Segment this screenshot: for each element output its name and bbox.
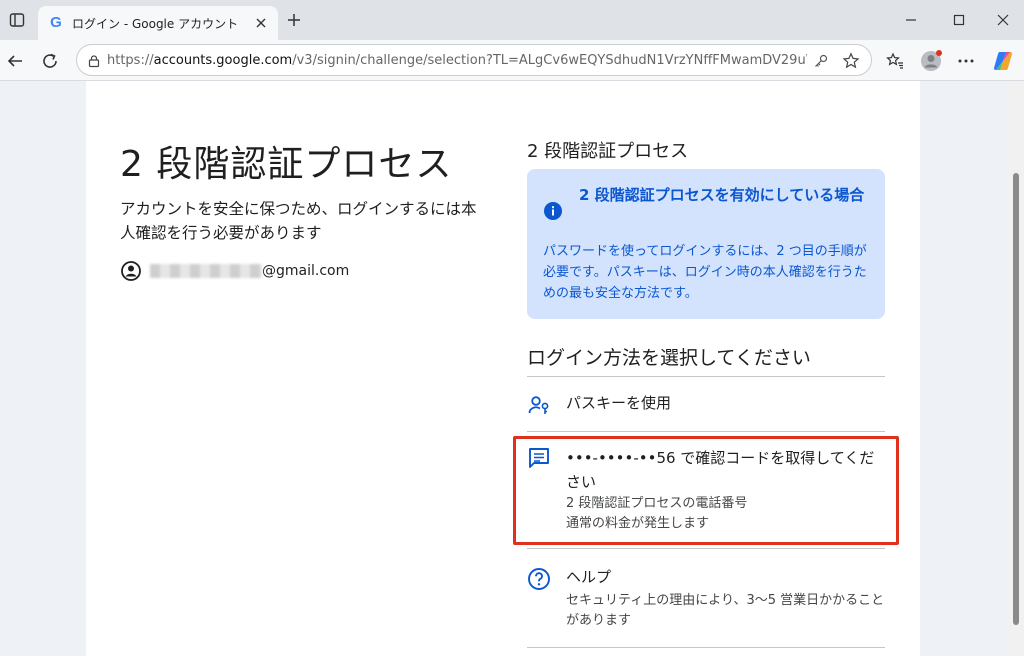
site-info-icon[interactable] — [85, 52, 103, 70]
minimize-icon[interactable] — [898, 8, 924, 32]
close-tab-icon[interactable] — [252, 14, 270, 32]
address-bar[interactable]: https://accounts.google.com/v3/signin/ch… — [76, 44, 872, 76]
option-help-desc: セキュリティ上の理由により、3〜5 営業日かかることがあります — [566, 593, 885, 628]
account-chip[interactable]: @gmail.com — [120, 260, 349, 282]
tab-bar: G ログイン - Google アカウント — [0, 0, 1024, 40]
maximize-icon[interactable] — [946, 8, 972, 32]
help-icon — [527, 567, 551, 591]
page-subtitle: アカウントを安全に保つため、ログインするには本人確認を行う必要があります — [120, 200, 477, 242]
active-tab[interactable]: G ログイン - Google アカウント — [38, 6, 278, 40]
favorites-icon[interactable] — [884, 50, 906, 72]
email-redacted — [150, 264, 262, 278]
section-title: 2 段階認証プロセス — [527, 141, 689, 162]
tab-title: ログイン - Google アカウント — [72, 17, 239, 31]
url-host: accounts.google.com — [153, 53, 293, 68]
key-icon[interactable] — [811, 51, 831, 71]
page-title: 2 段階認証プロセス — [120, 144, 453, 185]
copilot-icon[interactable] — [992, 50, 1014, 72]
option-passkey-title: パスキーを使用 — [566, 394, 672, 412]
url-scheme: https:// — [107, 53, 154, 68]
scrollbar-thumb[interactable] — [1013, 173, 1019, 625]
option-help-title: ヘルプ — [566, 568, 612, 586]
email-domain: @gmail.com — [262, 263, 350, 279]
signin-card: 2 段階認証プロセス アカウントを安全に保つため、ログインするには本人確認を行う… — [86, 81, 920, 656]
page-scrollbar[interactable] — [1008, 81, 1024, 656]
option-help[interactable]: ヘルプ セキュリティ上の理由により、3〜5 営業日かかることがあります — [527, 549, 885, 641]
sidebar-toggle-icon[interactable] — [6, 9, 28, 31]
info-heading: 2 段階認証プロセスを有効にしている場合 — [579, 186, 865, 204]
url-text: https://accounts.google.com/v3/signin/ch… — [107, 53, 807, 68]
favorite-star-icon[interactable] — [841, 51, 861, 71]
google-favicon-icon: G — [50, 14, 62, 31]
more-options-icon[interactable] — [955, 50, 977, 72]
url-path: /v3/signin/challenge/selection?TL=ALgCv6… — [292, 53, 807, 68]
close-window-icon[interactable] — [990, 8, 1016, 32]
info-icon — [543, 201, 563, 221]
info-body: パスワードを使ってログインするには、2 つ目の手順が必要です。パスキーは、ログイ… — [543, 244, 867, 301]
highlight-annotation-box — [513, 436, 899, 545]
account-circle-icon — [120, 260, 142, 282]
reload-icon[interactable] — [38, 49, 62, 73]
passkey-icon — [527, 393, 551, 417]
browser-toolbar: https://accounts.google.com/v3/signin/ch… — [0, 40, 1024, 81]
option-passkey[interactable]: パスキーを使用 — [527, 377, 885, 431]
back-arrow-icon[interactable] — [3, 49, 27, 73]
divider — [527, 647, 885, 648]
profile-avatar-icon[interactable] — [920, 50, 942, 72]
info-box: 2 段階認証プロセスを有効にしている場合 パスワードを使ってログインするには、2… — [527, 169, 885, 319]
choose-method-heading: ログイン方法を選択してください — [527, 347, 811, 369]
new-tab-icon[interactable] — [284, 10, 304, 30]
